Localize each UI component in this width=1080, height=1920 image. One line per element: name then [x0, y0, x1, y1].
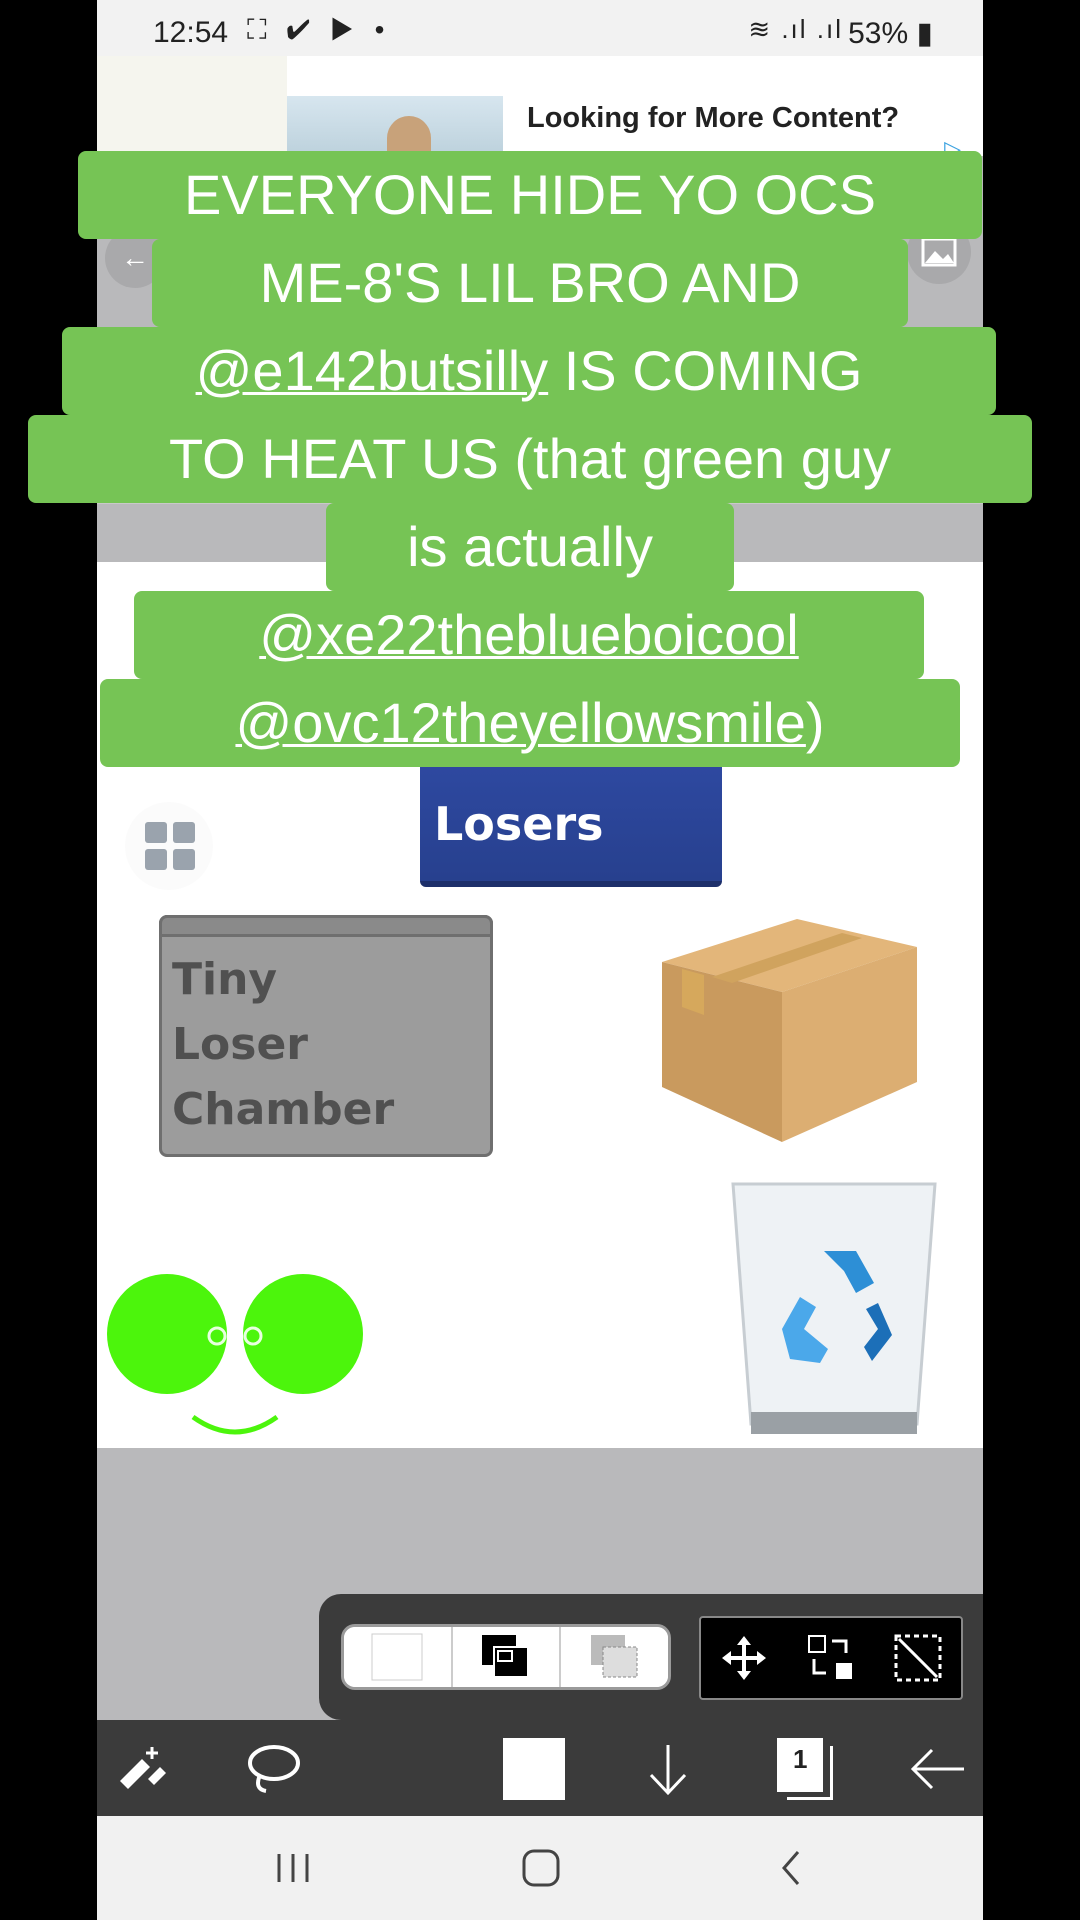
signal-icons: ≋ .ıl .ıl: [748, 14, 843, 44]
layer-count: 1: [793, 1744, 808, 1774]
battery-icon: ▮: [908, 17, 933, 50]
transform-icon[interactable]: [806, 1633, 856, 1683]
ad-banner[interactable]: Looking for More Content? ▷: [97, 56, 983, 161]
caption-line: TO HEAT US (that green guy: [28, 415, 1032, 503]
home-icon[interactable]: [501, 1836, 581, 1900]
selection-toolbar: [319, 1594, 983, 1720]
status-time: 12:54: [153, 16, 229, 49]
ad-title[interactable]: Looking for More Content?: [527, 102, 899, 135]
grid-cell: [173, 849, 195, 870]
mode-clip-button[interactable]: [561, 1627, 668, 1687]
caption-line: ME-8'S LIL BRO AND: [152, 239, 908, 327]
mention-link[interactable]: @e142butsilly: [196, 339, 549, 402]
battery-level: 53% ▮: [848, 16, 933, 51]
layer-mode-group: [341, 1624, 671, 1690]
grid-cell: [145, 822, 167, 843]
chamber-label-line: Chamber: [172, 1084, 395, 1135]
caption-line: @ovc12theyellowsmile): [100, 679, 960, 767]
losers-sign-label: Losers: [434, 797, 604, 851]
overlap-icon: [482, 1635, 529, 1678]
caption-line: EVERYONE HIDE YO OCS: [78, 151, 982, 239]
mode-normal-button[interactable]: [344, 1627, 451, 1687]
layers-icon[interactable]: 1: [771, 1734, 841, 1804]
mention-link[interactable]: @ovc12theyellowsmile: [235, 691, 805, 754]
caption-overlay: EVERYONE HIDE YO OCS ME-8'S LIL BRO AND …: [0, 145, 1080, 785]
move-down-icon[interactable]: [633, 1734, 703, 1804]
chamber-label-line: Loser: [172, 1019, 308, 1070]
caption-line: @xe22theblueboicool: [134, 591, 924, 679]
deselect-icon[interactable]: [893, 1633, 943, 1683]
nav-back-icon[interactable]: [751, 1836, 831, 1900]
pen-eraser-icon[interactable]: [107, 1734, 177, 1804]
caption-line: is actually: [326, 503, 734, 591]
mention-link[interactable]: @xe22theblueboicool: [259, 603, 798, 666]
transform-tools: [699, 1616, 963, 1700]
battery-percent: 53%: [848, 17, 909, 50]
lasso-icon[interactable]: [239, 1734, 309, 1804]
grid-cell: [145, 849, 167, 870]
square-icon: [371, 1633, 423, 1681]
caption-line: @e142butsilly IS COMING: [62, 327, 996, 415]
bottom-toolbar: 1: [97, 1720, 983, 1816]
recycle-bin-icon: [731, 1182, 937, 1434]
ad-blank: [97, 56, 287, 156]
move-icon[interactable]: [719, 1633, 769, 1683]
notification-icons: ⛶ ✔ ▶ •: [247, 14, 391, 45]
tiny-loser-chamber: Tiny Loser Chamber: [159, 915, 493, 1157]
back-arrow-icon[interactable]: [903, 1734, 973, 1804]
cardboard-box-image: [662, 919, 917, 1142]
caption-text: ): [805, 691, 825, 754]
recent-apps-icon[interactable]: [253, 1836, 333, 1900]
green-creature-drawing: [107, 1274, 363, 1435]
clip-icon: [590, 1635, 638, 1678]
android-nav-bar: [97, 1816, 983, 1920]
color-swatch-icon[interactable]: [499, 1734, 569, 1804]
chamber-label-line: Tiny: [172, 954, 278, 1005]
mode-overlap-button[interactable]: [450, 1627, 562, 1687]
grid-icon[interactable]: [125, 802, 213, 890]
grid-cell: [173, 822, 195, 843]
caption-text: IS COMING: [548, 339, 863, 402]
chamber-lid: [159, 915, 493, 937]
